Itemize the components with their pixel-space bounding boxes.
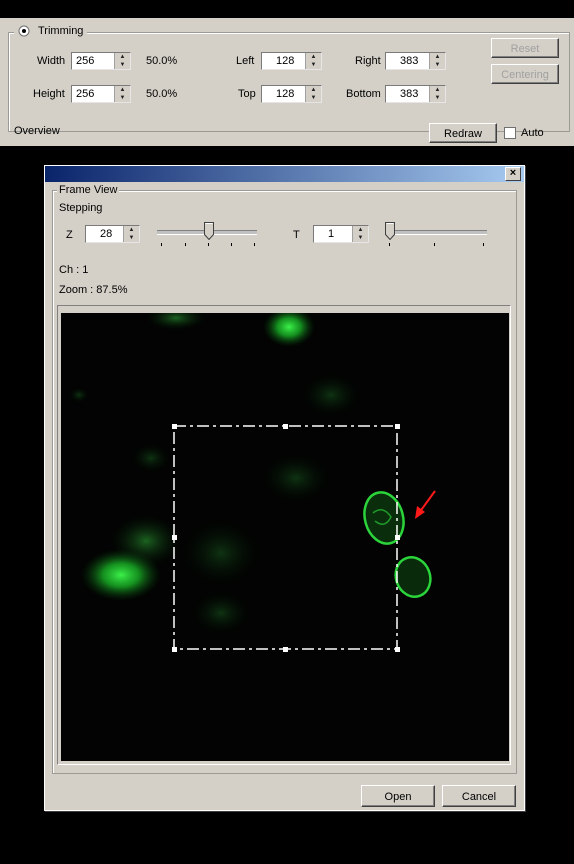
background-strip: [0, 0, 574, 18]
zoom-text: Zoom : 87.5%: [59, 284, 128, 296]
z-label: Z: [66, 229, 73, 241]
height-percent: 50.0%: [146, 88, 178, 100]
spin-up-icon[interactable]: ▲: [115, 86, 130, 94]
dialog-titlebar[interactable]: ×: [45, 166, 524, 182]
slider-tick: [208, 243, 209, 246]
overview-label: Overview: [14, 125, 60, 137]
spin-up-icon[interactable]: ▲: [124, 226, 139, 234]
spin-down-icon[interactable]: ▼: [115, 61, 130, 69]
spin-down-icon[interactable]: ▼: [306, 94, 321, 102]
spin-down-icon[interactable]: ▼: [306, 61, 321, 69]
spin-up-icon[interactable]: ▲: [115, 53, 130, 61]
spin-up-icon[interactable]: ▲: [306, 86, 321, 94]
slider-tick: [185, 243, 186, 246]
left-spinbox[interactable]: 128 ▲ ▼: [261, 52, 322, 70]
right-spinbox[interactable]: 383 ▲ ▼: [385, 52, 446, 70]
slider-tick: [483, 243, 484, 246]
slider-tick: [254, 243, 255, 246]
width-percent: 50.0%: [146, 55, 178, 67]
spin-up-icon[interactable]: ▲: [306, 53, 321, 61]
width-label: Width: [37, 55, 66, 67]
cancel-button[interactable]: Cancel: [442, 785, 516, 807]
trimming-panel: Trimming Width 256 ▲ ▼ 50.0% Left 128 ▲ ▼ …: [0, 18, 574, 146]
reset-button[interactable]: Reset: [491, 38, 559, 58]
spin-down-icon[interactable]: ▼: [430, 61, 445, 69]
channel-text: Ch : 1: [59, 264, 89, 276]
checkbox-unchecked-icon: [504, 127, 516, 139]
top-value: 128: [276, 88, 295, 100]
slider-tick: [389, 243, 390, 246]
t-slider-track: [387, 230, 487, 235]
redraw-button[interactable]: Redraw: [429, 123, 497, 143]
slider-tick: [161, 243, 162, 246]
left-value: 128: [276, 55, 295, 67]
centering-button[interactable]: Centering: [491, 64, 559, 84]
stepping-label: Stepping: [59, 202, 103, 214]
right-value: 383: [400, 55, 419, 67]
left-label: Left: [236, 55, 255, 67]
radio-selected-icon: [18, 25, 30, 37]
width-spinbox[interactable]: 256 ▲ ▼: [71, 52, 131, 70]
top-spinbox[interactable]: 128 ▲ ▼: [261, 85, 322, 103]
trimming-groupbox: [8, 32, 570, 132]
height-label: Height: [33, 88, 65, 100]
microscopy-image: [61, 313, 509, 761]
height-value: 256: [76, 88, 95, 100]
right-label: Right: [355, 55, 381, 67]
bottom-label: Bottom: [346, 88, 381, 100]
slider-tick: [434, 243, 435, 246]
microscopy-image-viewer[interactable]: [61, 313, 509, 761]
auto-label: Auto: [521, 127, 544, 139]
spin-down-icon[interactable]: ▼: [430, 94, 445, 102]
top-label: Top: [238, 88, 256, 100]
z-slider-thumb[interactable]: [204, 222, 214, 240]
height-spinbox[interactable]: 256 ▲ ▼: [71, 85, 131, 103]
t-label: T: [293, 229, 300, 241]
trimming-label: Trimming: [38, 25, 84, 37]
bottom-value: 383: [400, 88, 419, 100]
spin-down-icon[interactable]: ▼: [124, 234, 139, 242]
t-spinbox[interactable]: 1 ▲ ▼: [313, 225, 369, 243]
bottom-spinbox[interactable]: 383 ▲ ▼: [385, 85, 446, 103]
frame-view-dialog: × Frame View Stepping Z 28 ▲ ▼ T 1 ▲ ▼ C…: [44, 165, 525, 811]
t-value: 1: [328, 228, 335, 240]
spin-up-icon[interactable]: ▲: [430, 86, 445, 94]
width-value: 256: [76, 55, 95, 67]
slider-tick: [231, 243, 232, 246]
spin-down-icon[interactable]: ▼: [353, 234, 368, 242]
spin-down-icon[interactable]: ▼: [115, 94, 130, 102]
open-button[interactable]: Open: [361, 785, 435, 807]
z-spinbox[interactable]: 28 ▲ ▼: [85, 225, 140, 243]
t-slider-thumb[interactable]: [385, 222, 395, 240]
spin-up-icon[interactable]: ▲: [430, 53, 445, 61]
frame-view-label: Frame View: [57, 184, 120, 196]
trimming-radio[interactable]: Trimming: [14, 24, 88, 38]
z-value: 28: [100, 228, 113, 240]
close-icon[interactable]: ×: [505, 167, 521, 181]
spin-up-icon[interactable]: ▲: [353, 226, 368, 234]
